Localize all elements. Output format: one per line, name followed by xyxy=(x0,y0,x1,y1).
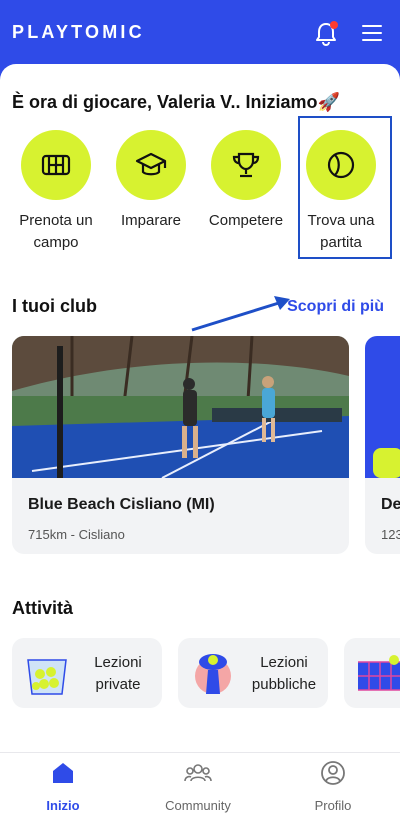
hamburger-line xyxy=(362,32,382,34)
trophy-icon xyxy=(232,152,260,178)
activity-label: Lezioni private xyxy=(94,654,142,693)
community-icon xyxy=(184,764,212,782)
activity-card-third[interactable] xyxy=(344,638,400,708)
action-competere[interactable]: Competere xyxy=(198,130,294,232)
notification-badge xyxy=(330,21,338,29)
club-distance: 715km - Cisliano xyxy=(28,527,125,542)
activities-title: Attività xyxy=(12,598,74,618)
hamburger-line xyxy=(362,39,382,41)
action-label: Competere xyxy=(208,212,284,229)
activity-card-public[interactable]: Lezioni pubbliche xyxy=(178,638,328,708)
nav-label: Inizio xyxy=(46,798,80,813)
nav-inizio[interactable]: Inizio xyxy=(13,759,113,813)
app-logo: PLAYTOMIC xyxy=(12,22,145,42)
club-card[interactable]: Blue Beach Cisliano (MI) 715km - Cislian… xyxy=(12,336,349,554)
club-distance: 123 xyxy=(381,527,400,542)
menu-button[interactable] xyxy=(360,22,386,44)
home-sheet: È ora di giocare, Valeria V.. Iniziamo🚀 … xyxy=(0,64,400,752)
nav-label: Profilo xyxy=(314,798,352,813)
discover-more-link[interactable]: Scopri di più xyxy=(287,298,384,316)
clubs-title: I tuoi club xyxy=(12,296,97,316)
player-icon xyxy=(195,654,231,694)
club-card[interactable]: De 123 xyxy=(365,336,400,554)
nav-community[interactable]: Community xyxy=(148,759,248,813)
hamburger-icon xyxy=(362,25,382,27)
home-icon xyxy=(53,763,73,783)
app-header: PLAYTOMIC xyxy=(0,0,400,66)
club-badge xyxy=(373,448,400,478)
action-imparare[interactable]: Imparare xyxy=(103,130,199,232)
ball-basket-icon xyxy=(27,659,67,695)
nav-label: Community xyxy=(165,798,231,813)
activity-card-private[interactable]: Lezioni private xyxy=(12,638,162,708)
club-name: Blue Beach Cisliano (MI) xyxy=(28,496,215,513)
net-icon xyxy=(358,655,400,691)
arrow-annotation xyxy=(191,296,290,332)
notifications-button[interactable] xyxy=(312,20,340,48)
nav-profilo[interactable]: Profilo xyxy=(283,759,383,813)
court-icon xyxy=(41,154,71,176)
graduation-cap-icon xyxy=(135,152,167,176)
club-photo xyxy=(12,336,349,478)
activity-label: Lezioni pubbliche xyxy=(251,654,317,693)
highlight-box xyxy=(298,116,392,259)
action-prenota[interactable]: Prenota un campo xyxy=(8,130,104,254)
bottom-nav: Inizio Community Profilo xyxy=(0,752,400,813)
greeting-title: È ora di giocare, Valeria V.. Iniziamo🚀 xyxy=(12,92,340,112)
action-label: Prenota un campo xyxy=(19,212,93,251)
profile-icon xyxy=(321,761,345,785)
action-label: Imparare xyxy=(120,212,182,229)
club-name: De xyxy=(381,496,400,513)
